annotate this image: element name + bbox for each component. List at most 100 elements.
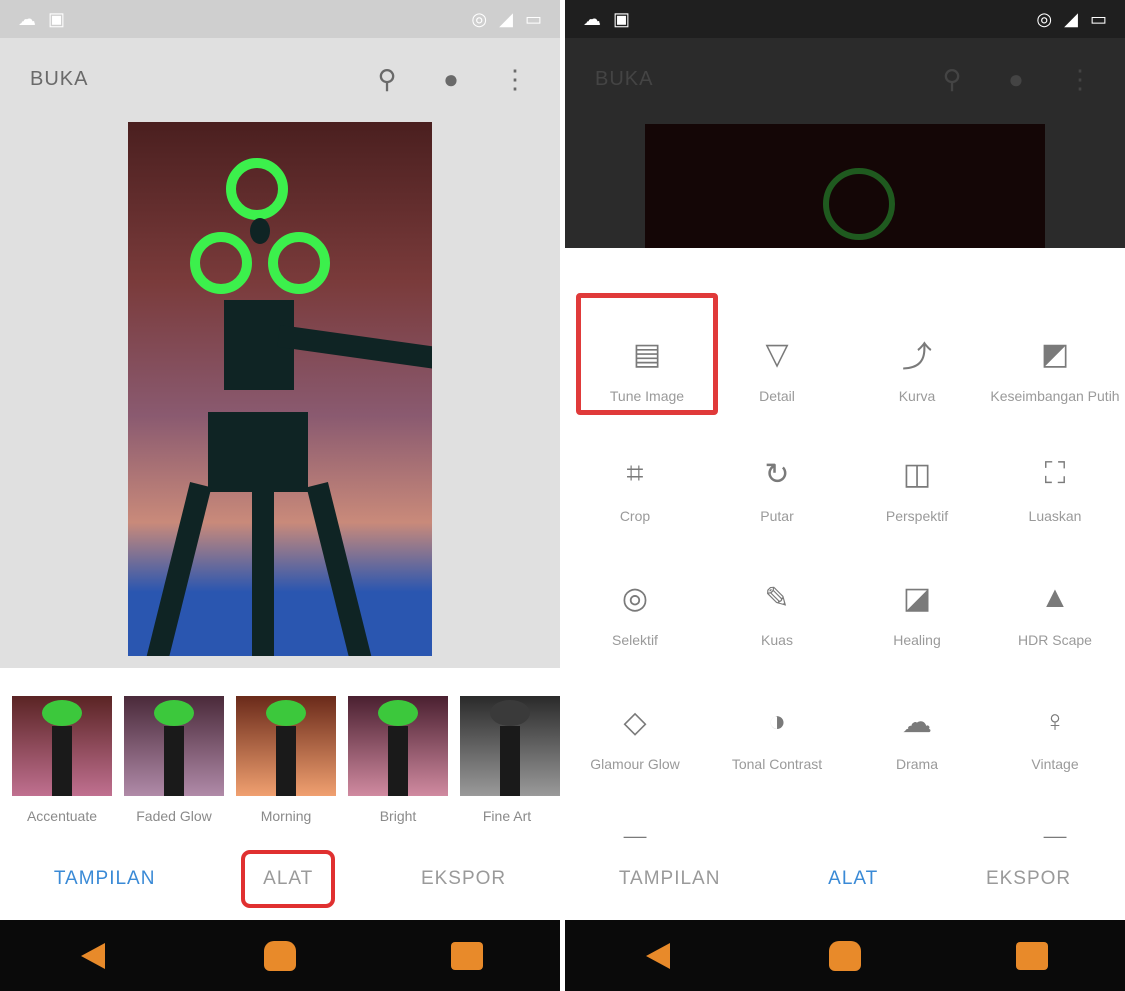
selective-icon: ◎	[621, 581, 649, 615]
tool-detail[interactable]: ▽ Detail	[707, 294, 847, 414]
back-button[interactable]	[638, 936, 678, 976]
alarm-icon: ◎	[471, 8, 488, 29]
status-bar: ☁ ▣ ◎ ◢ ▭	[0, 0, 560, 38]
spinner-ring-left	[190, 232, 252, 294]
perspective-icon: ◫	[902, 457, 932, 491]
home-icon	[263, 940, 296, 971]
hanger-icon[interactable]: ⚲	[372, 64, 402, 95]
tool-white-balance[interactable]: ◩ Keseimbangan Putih	[985, 294, 1125, 414]
tool-vintage[interactable]: ♀ Vintage	[985, 662, 1125, 782]
back-icon	[646, 942, 671, 969]
dimmed-photo	[645, 124, 1045, 248]
tool-hdr-scape[interactable]: ▲ HDR Scape	[985, 538, 1125, 658]
filter-label: Morning	[260, 808, 312, 824]
tool-glamour-glow[interactable]: ◇ Glamour Glow	[565, 662, 705, 782]
hdr-icon: ▲	[1040, 581, 1070, 614]
open-button[interactable]: BUKA	[595, 68, 903, 91]
crop-icon: ⌗	[626, 457, 644, 490]
bottom-tabs: TAMPILAN ALAT EKSPOR	[565, 838, 1125, 920]
filter-label: Fine Art	[482, 808, 532, 824]
tool-perspective[interactable]: ◫ Perspektif	[847, 414, 987, 534]
tool-selective[interactable]: ◎ Selektif	[565, 538, 705, 658]
app-bar: BUKA ⚲ ● ⋮	[0, 38, 560, 120]
tab-tampilan[interactable]: TAMPILAN	[38, 856, 172, 902]
back-icon	[81, 942, 106, 969]
image-icon: ▣	[613, 8, 631, 29]
vintage-icon: ♀	[1043, 705, 1067, 738]
overflow-menu-icon[interactable]: ⋮	[500, 64, 530, 95]
home-icon	[828, 940, 861, 971]
bottom-tabs: TAMPILAN ALAT EKSPOR	[0, 838, 560, 920]
photo-canvas	[565, 120, 1125, 248]
tool-brush[interactable]: ✎ Kuas	[707, 538, 847, 658]
alarm-icon: ◎	[1036, 8, 1053, 29]
image-icon: ▣	[48, 8, 66, 29]
tonal-contrast-icon: ◑	[767, 705, 787, 738]
app-bar: BUKA ⚲ ● ⋮	[565, 38, 1125, 120]
tool-rotate[interactable]: ↻ Putar	[707, 414, 847, 534]
tool-healing[interactable]: ◪ Healing	[847, 538, 987, 658]
recents-icon	[450, 941, 483, 970]
back-button[interactable]	[73, 936, 113, 976]
battery-icon: ▭	[524, 8, 542, 29]
recents-button[interactable]	[1012, 936, 1052, 976]
expand-icon: ⛶	[1044, 457, 1066, 490]
recents-icon	[1015, 941, 1048, 970]
tool-expand[interactable]: ⛶ Luaskan	[985, 414, 1125, 534]
tool-drama[interactable]: ☁ Drama	[847, 662, 987, 782]
status-bar: ☁ ▣ ◎ ◢ ▭	[565, 0, 1125, 38]
overflow-menu-icon[interactable]: ⋮	[1065, 64, 1095, 95]
tripod-handle	[277, 324, 432, 370]
tab-ekspor[interactable]: EKSPOR	[970, 856, 1087, 902]
info-icon[interactable]: ●	[436, 64, 466, 95]
edited-photo	[128, 122, 432, 656]
cloud-icon: ☁	[583, 8, 601, 29]
photo-canvas	[0, 120, 560, 668]
filter-thumb-accentuate[interactable]	[12, 696, 112, 796]
rotate-icon: ↻	[764, 457, 790, 491]
home-button[interactable]	[260, 936, 300, 976]
tab-alat[interactable]: ALAT	[812, 856, 894, 902]
filter-strip: Accentuate Faded Glow Morning Bright Fin…	[0, 668, 560, 838]
spinner-ring-top	[226, 158, 288, 220]
tool-crop[interactable]: ⌗ Crop	[565, 414, 705, 534]
filter-thumb-bright[interactable]	[348, 696, 448, 796]
detail-icon: ▽	[765, 337, 789, 371]
brush-icon: ✎	[764, 581, 790, 615]
tripod-leg-center	[252, 482, 274, 656]
signal-icon: ◢	[1064, 8, 1078, 29]
filter-label: Faded Glow	[136, 808, 212, 824]
curves-icon: ⤴	[902, 341, 932, 374]
nav-bar	[565, 920, 1125, 991]
tool-tune-image[interactable]: ▤ Tune Image	[576, 293, 718, 415]
open-button[interactable]: BUKA	[30, 68, 338, 91]
tab-alat[interactable]: ALAT	[241, 850, 336, 908]
tripod-leg-right	[306, 482, 372, 656]
filter-thumb-faded-glow[interactable]	[124, 696, 224, 796]
spinner-ring	[823, 168, 895, 240]
healing-icon: ◪	[902, 581, 932, 615]
tab-ekspor[interactable]: EKSPOR	[405, 856, 522, 902]
filter-thumb-morning[interactable]	[236, 696, 336, 796]
white-balance-icon: ◩	[1040, 337, 1070, 371]
info-icon[interactable]: ●	[1001, 64, 1031, 95]
tool-curves[interactable]: ⤴ Kurva	[847, 294, 987, 414]
filter-label: Bright	[379, 808, 417, 824]
tools-grid: ▤ Tune Image ▽ Detail ⤴ Kurva ◩ Keseimba…	[565, 258, 1125, 863]
glamour-glow-icon: ◇	[623, 705, 647, 739]
tool-tonal-contrast[interactable]: ◑ Tonal Contrast	[707, 662, 847, 782]
signal-icon: ◢	[499, 8, 513, 29]
home-button[interactable]	[825, 936, 865, 976]
tab-tampilan[interactable]: TAMPILAN	[603, 856, 737, 902]
hanger-icon[interactable]: ⚲	[937, 64, 967, 95]
battery-icon: ▭	[1089, 8, 1107, 29]
tune-icon: ▤	[632, 337, 662, 371]
cloud-icon: ☁	[18, 8, 36, 29]
filter-thumb-fine-art[interactable]	[460, 696, 560, 796]
filter-label: Accentuate	[26, 808, 98, 824]
left-screen: ☁ ▣ ◎ ◢ ▭ BUKA ⚲ ● ⋮ Accentuate Faded Gl…	[0, 0, 560, 991]
nav-bar	[0, 920, 560, 991]
recents-button[interactable]	[447, 936, 487, 976]
right-screen: ☁ ▣ ◎ ◢ ▭ BUKA ⚲ ● ⋮ ▤ Tune Image ▽ Deta…	[565, 0, 1125, 991]
spinner-ring-right	[268, 232, 330, 294]
